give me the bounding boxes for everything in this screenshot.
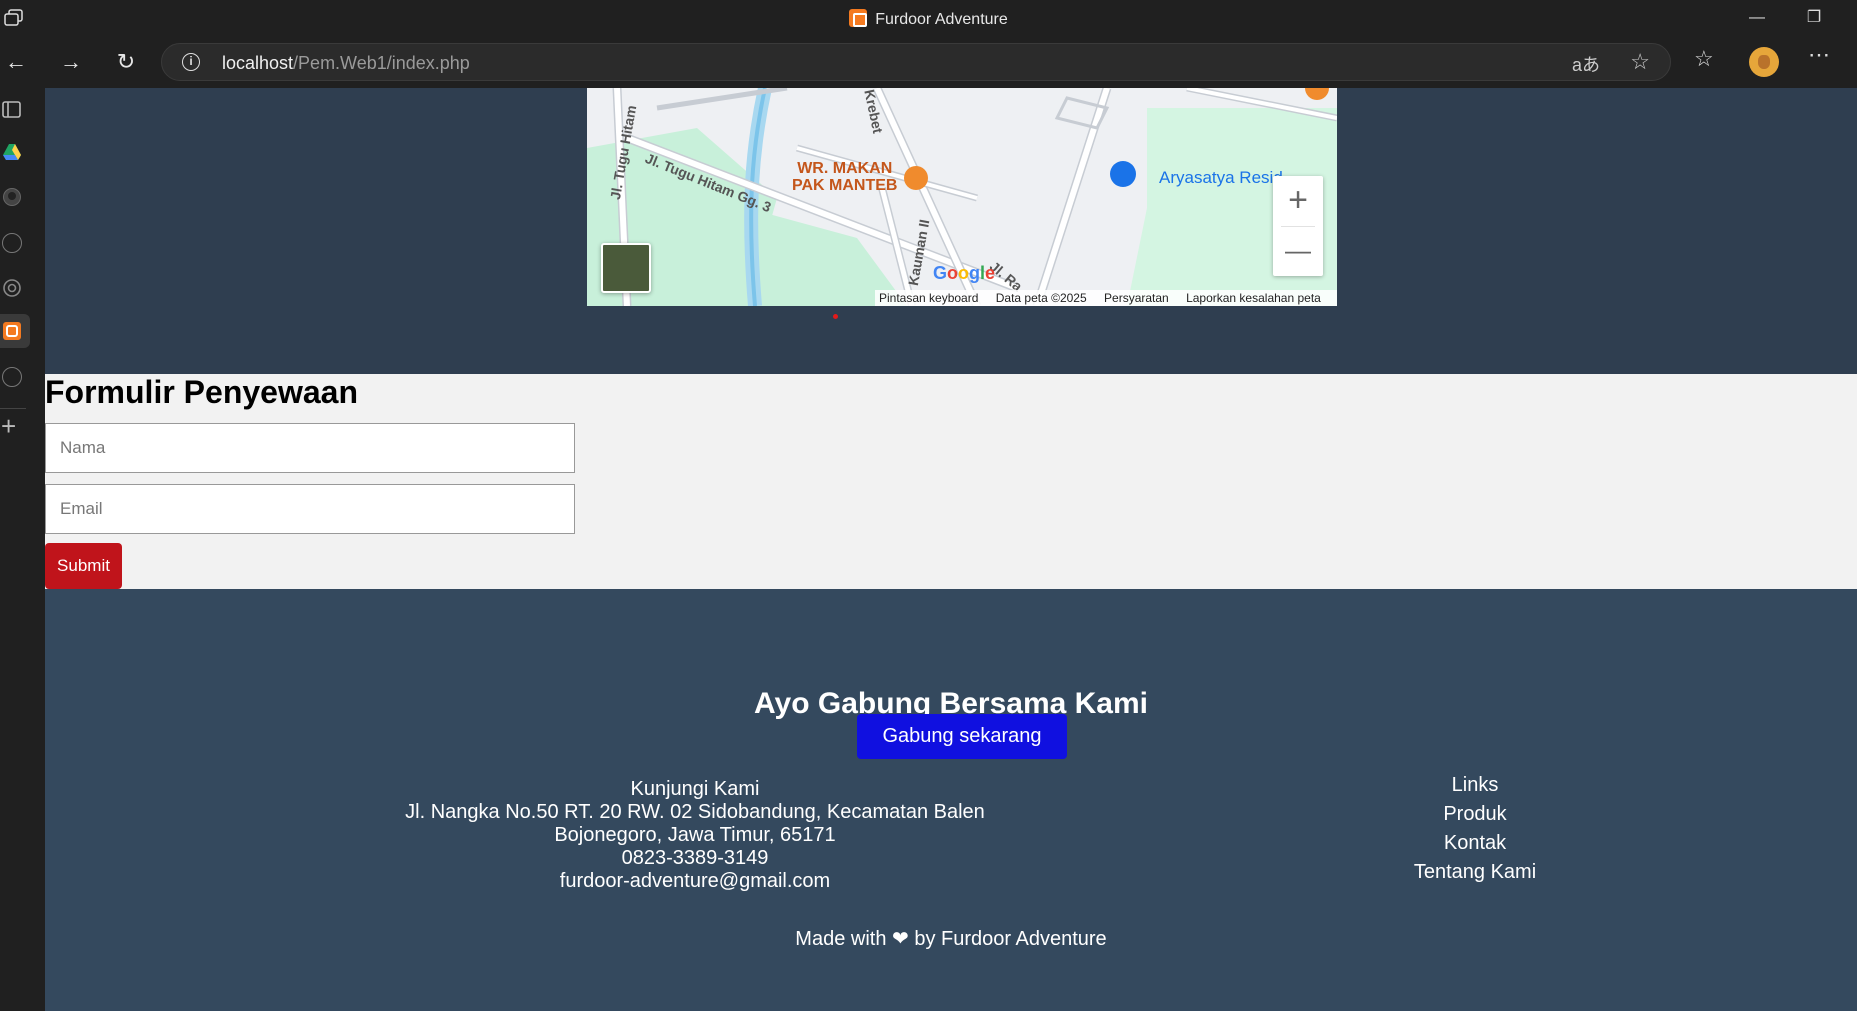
xampp-favicon-icon: [849, 9, 868, 27]
name-field[interactable]: [45, 423, 575, 473]
footer-link-kontak[interactable]: Kontak: [1385, 829, 1565, 858]
visit-phone: 0823-3389-3149: [621, 847, 769, 869]
globe-icon[interactable]: [2, 233, 22, 253]
red-dot-marker: [833, 314, 838, 319]
chatgpt-icon[interactable]: [2, 278, 22, 298]
map-zoom-control: + —: [1273, 176, 1323, 276]
poi-name-line1: WR. MAKAN: [797, 160, 893, 177]
visit-title: Kunjungi Kami: [630, 778, 760, 800]
browser-toolbar: ← → ↻ i localhost/Pem.Web1/index.php aあ …: [0, 36, 1857, 88]
url-text[interactable]: localhost/Pem.Web1/index.php: [222, 53, 470, 74]
map-poi-label: WR. MAKAN PAK MANTEB: [792, 160, 897, 194]
map-data-text: Data peta ©2025: [995, 291, 1087, 305]
github-icon[interactable]: [2, 187, 22, 207]
window-title: Furdoor Adventure: [0, 9, 1857, 29]
url-path: /Pem.Web1/index.php: [293, 53, 470, 73]
globe-icon[interactable]: [2, 367, 22, 387]
visit-address-line1: Jl. Nangka No.50 RT. 20 RW. 02 Sidobandu…: [405, 801, 985, 823]
favorite-star-icon[interactable]: ☆: [1630, 49, 1650, 75]
minimize-icon[interactable]: —: [1745, 6, 1769, 30]
sidebar-divider: [0, 408, 26, 409]
page-viewport: WR. MAKAN PAK MANTEB Aryasatya Resid Jl. …: [45, 88, 1857, 1011]
favorites-icon[interactable]: ☆: [1694, 46, 1714, 72]
credit-suffix: by Furdoor Adventure: [914, 928, 1107, 950]
join-now-button[interactable]: Gabung sekarang: [857, 714, 1067, 759]
profile-avatar[interactable]: [1749, 47, 1779, 77]
site-info-icon[interactable]: i: [182, 53, 200, 71]
map-section: WR. MAKAN PAK MANTEB Aryasatya Resid Jl. …: [45, 88, 1857, 374]
footer-link-produk[interactable]: Produk: [1385, 800, 1565, 829]
report-error-link[interactable]: Laporkan kesalahan peta: [1186, 291, 1321, 305]
map-residence-label: Aryasatya Resid: [1159, 168, 1283, 187]
submit-button[interactable]: Submit: [45, 543, 122, 589]
heart-icon: ❤: [892, 928, 909, 950]
links-column: Links Produk Kontak Tentang Kami: [1385, 771, 1565, 887]
window-title-text: Furdoor Adventure: [875, 11, 1008, 28]
google-logo: Google: [933, 263, 996, 283]
url-host: localhost: [222, 53, 294, 73]
keyboard-shortcuts-link[interactable]: Pintasan keyboard: [879, 291, 978, 305]
map-attribution: Pintasan keyboard Data peta ©2025 Persya…: [875, 290, 1337, 306]
google-drive-icon[interactable]: [2, 142, 22, 162]
xampp-icon[interactable]: [2, 321, 22, 341]
address-bar[interactable]: i localhost/Pem.Web1/index.php aあ ☆: [161, 43, 1671, 81]
back-icon[interactable]: ←: [2, 48, 30, 76]
add-sidebar-icon[interactable]: +: [1, 413, 16, 439]
map-satellite-toggle[interactable]: [601, 243, 651, 293]
restore-icon[interactable]: ❐: [1802, 6, 1826, 30]
refresh-icon[interactable]: ↻: [112, 48, 140, 76]
zoom-in-button[interactable]: +: [1273, 176, 1323, 226]
visit-email: furdoor-adventure@gmail.com: [559, 870, 831, 892]
sidebar-panel-icon[interactable]: [2, 100, 22, 120]
terms-link[interactable]: Persyaratan: [1104, 291, 1169, 305]
credit-prefix: Made with: [795, 928, 887, 950]
window-titlebar: Furdoor Adventure — ❐: [0, 0, 1857, 36]
more-options-icon[interactable]: ⋯: [1808, 42, 1830, 68]
footer-credit: Made with ❤ by Furdoor Adventure: [45, 926, 1857, 951]
poi-name-line2: PAK MANTEB: [792, 177, 898, 194]
rental-form-section: Formulir Penyewaan Submit: [45, 374, 1857, 589]
visit-address-line2: Bojonegoro, Jawa Timur, 65171: [554, 824, 836, 846]
read-aloud-icon[interactable]: aあ: [1572, 51, 1600, 77]
browser-sidebar: +: [0, 88, 45, 1011]
footer: Ayo Gabung Bersama Kami Gabung sekarang …: [45, 589, 1857, 1011]
links-title: Links: [1451, 774, 1499, 796]
footer-link-tentang-kami[interactable]: Tentang Kami: [1385, 858, 1565, 887]
google-map[interactable]: WR. MAKAN PAK MANTEB Aryasatya Resid Jl. …: [587, 88, 1337, 306]
forward-icon[interactable]: →: [57, 48, 85, 76]
form-title: Formulir Penyewaan: [45, 374, 358, 410]
zoom-out-button[interactable]: —: [1273, 226, 1323, 276]
email-field[interactable]: [45, 484, 575, 534]
